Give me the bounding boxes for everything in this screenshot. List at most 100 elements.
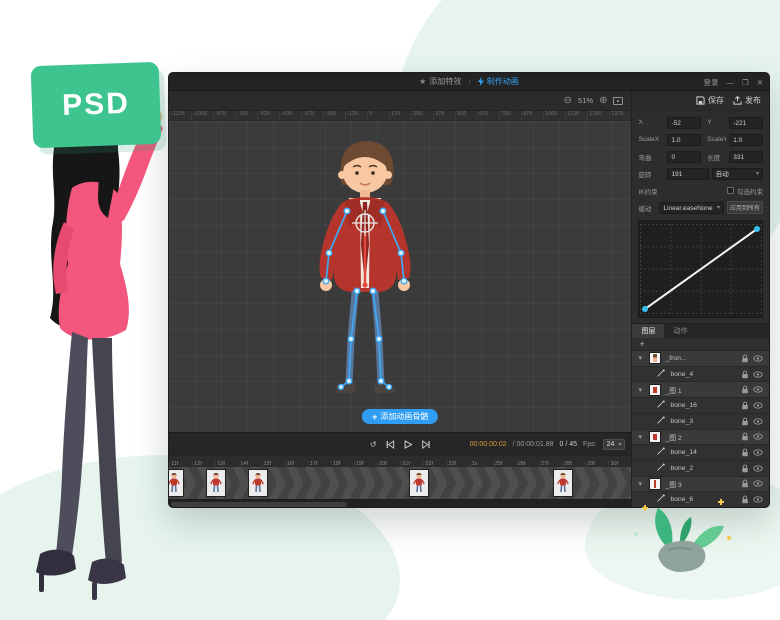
layer-row[interactable]: ▾ bone_2 [632,461,769,477]
lock-icon[interactable] [741,495,749,504]
zoom-in-icon[interactable]: ⊕ [599,96,607,106]
ruler-tick: 1125 [565,111,587,120]
layer-row[interactable]: ▾ bone_4 [632,367,769,383]
tab-actions[interactable]: 动作 [664,324,696,338]
lock-icon[interactable] [741,417,749,426]
bone-properties: X -52 Y -221 ScaleX 1.0 ScaleY 1.0 弯曲 0 [632,111,769,216]
keyframe-thumbnail[interactable] [553,469,573,497]
eye-icon[interactable] [753,496,763,503]
tab-layers[interactable]: 图层 [632,324,664,338]
caret-down-icon[interactable]: ▾ [638,354,645,362]
add-layer-button[interactable]: + [639,340,644,349]
publish-button[interactable]: 发布 [733,95,761,106]
ruler-tick: -625 [257,111,279,120]
zoom-out-icon[interactable]: ⊖ [564,96,572,106]
eye-icon[interactable] [753,480,763,487]
rotate-mode-select[interactable]: 自动 ▾ [712,168,763,180]
character-rig[interactable] [289,135,439,407]
bend-field[interactable]: 0 [667,151,701,163]
step-back-button[interactable] [386,440,395,449]
scrollbar-handle[interactable] [171,502,347,507]
lock-icon[interactable] [741,401,749,410]
save-button[interactable]: 保存 [696,95,724,106]
layer-row[interactable]: ▾ _图 2 [632,430,769,446]
layer-row-icons [741,464,763,473]
layer-row[interactable]: ▾ _图 1 [632,382,769,398]
keyframe-thumbnail[interactable] [248,469,268,497]
tab-add-effects[interactable]: ★ 添加特效 [419,76,461,87]
rotate-label: 旋转 [638,169,664,179]
tab-add-effects-label: 添加特效 [429,76,461,87]
easing-value: Linear.easeNone [663,203,712,213]
eye-icon[interactable] [753,418,763,425]
lock-icon[interactable] [741,354,749,363]
login-button[interactable]: 登录 [703,77,718,88]
scalex-field[interactable]: 1.0 [667,134,701,146]
easing-curve-editor[interactable] [638,220,763,318]
layer-row[interactable]: ▾ _fron... [632,351,769,367]
eye-icon[interactable] [753,433,763,440]
layer-row[interactable]: ▾ bone_16 [632,398,769,414]
window-controls: 登录 — ❐ ✕ [703,73,763,91]
eye-icon[interactable] [753,386,763,393]
x-label: X [638,119,664,126]
minimize-button[interactable]: — [726,78,734,87]
ik-checkbox[interactable] [727,187,734,194]
panel-toolbar: 保存 发布 [632,91,769,111]
lock-icon[interactable] [741,385,749,394]
save-label: 保存 [708,95,724,106]
fps-select[interactable]: 24 ▾ [603,439,626,450]
timecode-total: / 00:00:01.88 [513,441,554,448]
stage-canvas[interactable]: + 添加动画骨骼 [169,121,631,432]
x-field[interactable]: -52 [667,117,701,129]
caret-down-icon[interactable]: ▾ [638,433,645,441]
eye-icon[interactable] [753,465,763,472]
restore-button[interactable]: ❐ [742,78,749,87]
layer-row-icons [741,354,763,363]
keyframe-thumbnail[interactable] [409,469,429,497]
caret-down-icon[interactable]: ▾ [638,480,645,488]
length-field[interactable]: 331 [729,151,763,163]
layer-label: _图 3 [665,479,737,489]
properties-panel: 保存 发布 X -52 Y -221 ScaleX [631,91,769,508]
canvas-column: ⊖ 51% ⊕ -1125-1000-875-750-625-500-375-2… [169,91,631,508]
lock-icon[interactable] [741,432,749,441]
psd-badge: PSD [31,62,162,148]
fit-screen-icon[interactable] [613,97,623,105]
layer-row[interactable]: ▾ bone_3 [632,414,769,430]
eye-icon[interactable] [753,449,763,456]
layer-row[interactable]: ▾ bone_14 [632,445,769,461]
play-button[interactable] [404,440,413,449]
ik-check-label: 勾选约束 [737,186,763,196]
tab-make-animation[interactable]: 制作动画 [478,76,519,87]
lock-icon[interactable] [741,464,749,473]
rotate-mode-value: 自动 [716,169,729,179]
apply-all-button[interactable]: 应用到所有 [727,201,763,214]
add-bone-label: 添加动画骨骼 [380,411,428,422]
caret-down-icon[interactable]: ▾ [638,386,645,394]
layer-label: bone_16 [670,402,737,409]
keyframe-track[interactable] [169,467,631,499]
eye-icon[interactable] [753,371,763,378]
rotate-field[interactable]: 191 [667,168,708,180]
sparkle-icon [718,499,724,505]
step-forward-button[interactable] [422,440,431,449]
eye-icon[interactable] [753,355,763,362]
layer-thumbnail [649,478,661,490]
history-icon[interactable]: ↺ [370,440,377,449]
layer-list: ▾ _fron... [632,351,769,508]
add-bone-button[interactable]: + 添加动画骨骼 [362,409,438,424]
layer-row-icons [741,432,763,441]
timeline-scrollbar[interactable] [169,499,631,508]
close-button[interactable]: ✕ [757,78,763,87]
layer-row[interactable]: ▾ _图 3 [632,477,769,493]
lock-icon[interactable] [741,370,749,379]
keyframe-thumbnail[interactable] [206,469,226,497]
lock-icon[interactable] [741,479,749,488]
easing-select[interactable]: Linear.easeNone ▾ [659,202,724,214]
frame-ruler: 11f12f13f14f15f16f17f18f19f20f21f22f23f1… [169,455,631,467]
lock-icon[interactable] [741,448,749,457]
eye-icon[interactable] [753,402,763,409]
y-field[interactable]: -221 [729,117,763,129]
scaley-field[interactable]: 1.0 [729,134,763,146]
